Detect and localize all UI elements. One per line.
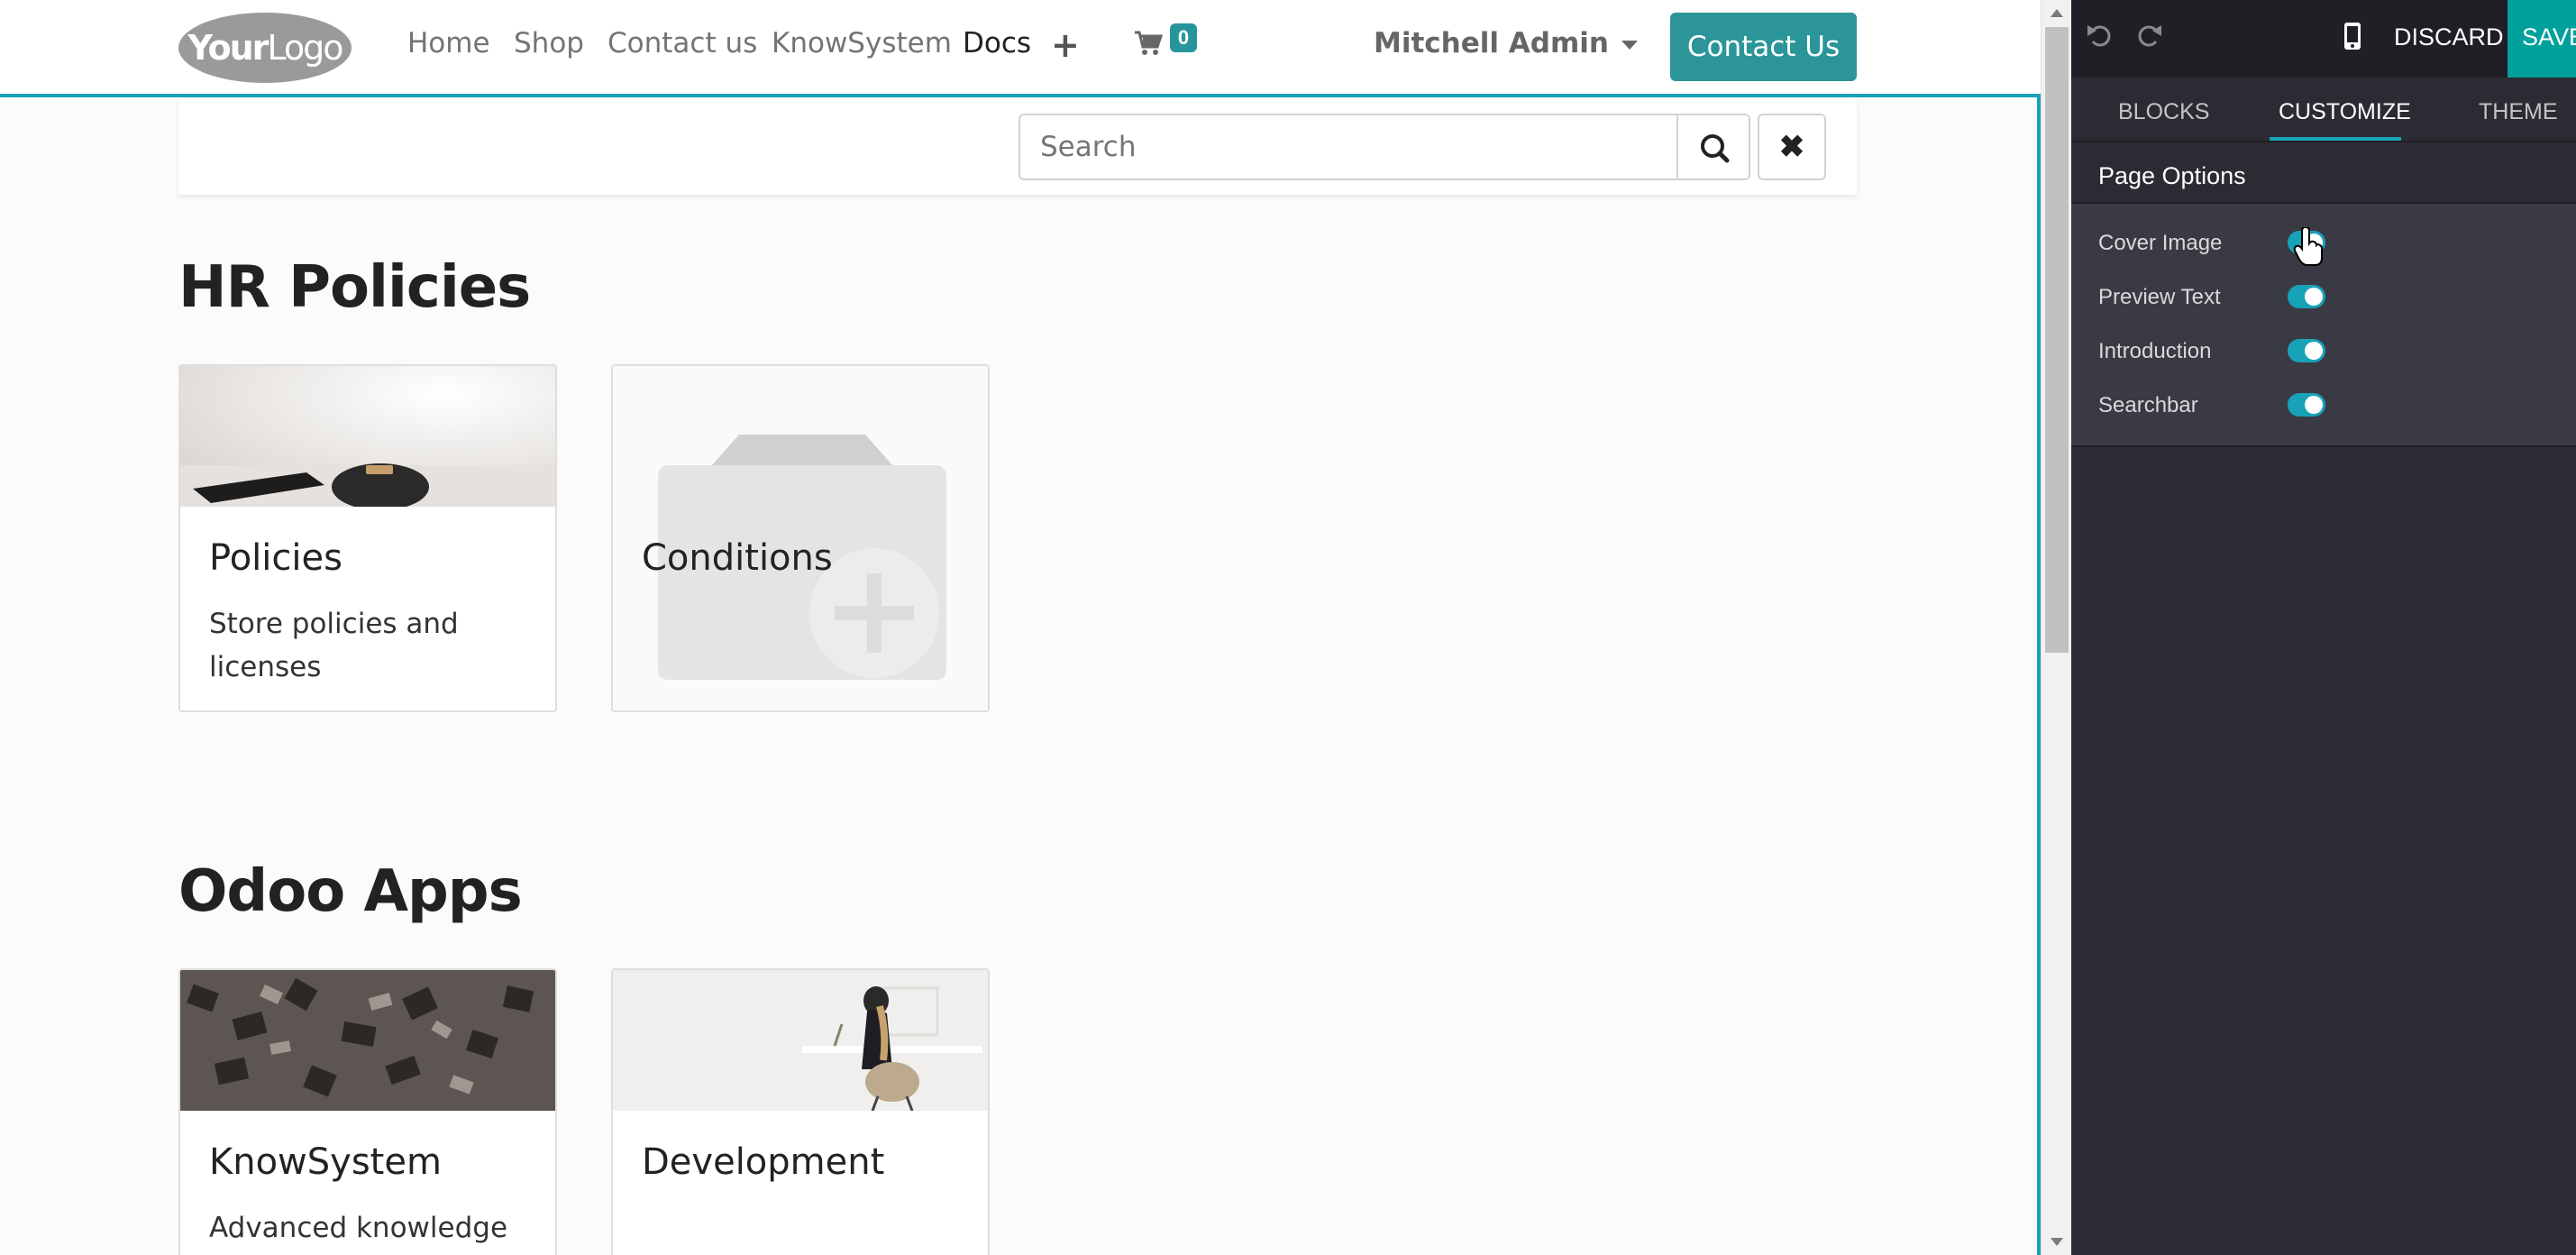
editor-toolbar: DISCARD SAVE xyxy=(2071,0,2576,78)
card-description: Advanced knowledge xyxy=(209,1212,508,1244)
tab-customize[interactable]: CUSTOMIZE xyxy=(2279,99,2411,125)
card-description: Store policies and licenses xyxy=(209,608,459,683)
nav-link-docs[interactable]: Docs xyxy=(963,27,1031,60)
option-label: Cover Image xyxy=(2098,231,2223,255)
card-cover-image xyxy=(613,970,988,1111)
search-input[interactable] xyxy=(1019,114,1678,180)
page-options-title: Page Options xyxy=(2098,162,2246,189)
introduction-toggle[interactable] xyxy=(2288,339,2325,362)
option-label: Preview Text xyxy=(2098,285,2221,309)
contact-us-button[interactable]: Contact Us xyxy=(1670,13,1857,81)
search-button[interactable] xyxy=(1676,114,1750,180)
doc-card-knowsystem[interactable]: KnowSystem Advanced knowledge xyxy=(178,968,557,1255)
tab-blocks[interactable]: BLOCKS xyxy=(2118,99,2209,125)
logo[interactable]: Your Logo xyxy=(178,13,352,83)
website-preview: Your Logo Home Shop Contact us KnowSystem… xyxy=(0,0,2041,1255)
page-options-list: Cover Image Preview Text Introduction Se… xyxy=(2071,204,2576,447)
option-searchbar: Searchbar xyxy=(2098,388,2549,424)
tab-theme[interactable]: THEME xyxy=(2479,99,2558,125)
hand-pointer-cursor-icon xyxy=(2293,227,2324,266)
active-tab-indicator xyxy=(2270,137,2401,141)
card-cover-image xyxy=(180,970,555,1111)
card-title: Development xyxy=(642,1141,885,1183)
toggle-knob xyxy=(2305,342,2323,360)
mobile-preview-icon[interactable] xyxy=(2343,22,2361,50)
scroll-up-arrow-icon[interactable] xyxy=(2051,9,2063,17)
section-title-hr-policies: HR Policies xyxy=(178,254,531,321)
undo-icon[interactable] xyxy=(2084,20,2115,50)
option-cover-image: Cover Image xyxy=(2098,225,2549,261)
redo-icon[interactable] xyxy=(2134,20,2165,50)
discard-button[interactable]: DISCARD xyxy=(2394,23,2504,51)
preview-text-toggle[interactable] xyxy=(2288,285,2325,308)
navbar: Your Logo Home Shop Contact us KnowSystem… xyxy=(0,0,2041,97)
doc-card-conditions[interactable]: Conditions xyxy=(611,364,990,712)
user-menu-dropdown[interactable]: Mitchell Admin xyxy=(1374,27,1638,60)
card-title: KnowSystem xyxy=(209,1141,442,1183)
nav-link-shop[interactable]: Shop xyxy=(514,27,584,60)
cart-count-badge: 0 xyxy=(1170,23,1197,52)
card-cover-image xyxy=(180,366,555,507)
toggle-knob xyxy=(2305,288,2323,306)
add-page-plus-icon[interactable]: + xyxy=(1051,25,1080,65)
card-title: Conditions xyxy=(642,537,833,579)
editor-tabs: BLOCKS CUSTOMIZE THEME xyxy=(2071,78,2576,142)
caret-down-icon xyxy=(1621,40,1638,50)
option-introduction: Introduction xyxy=(2098,334,2549,370)
save-button[interactable]: SAVE xyxy=(2507,0,2576,78)
card-title: Policies xyxy=(209,537,343,579)
searchbar-toggle[interactable] xyxy=(2288,393,2325,417)
logo-thin: Logo xyxy=(267,28,343,68)
page-scrollbar[interactable] xyxy=(2041,0,2071,1255)
editor-sidebar: DISCARD SAVE BLOCKS CUSTOMIZE THEME Page… xyxy=(2071,0,2576,1255)
shopping-cart-icon[interactable] xyxy=(1134,29,1163,58)
scroll-down-arrow-icon[interactable] xyxy=(2051,1238,2063,1246)
scrollbar-thumb[interactable] xyxy=(2045,27,2069,653)
nav-link-home[interactable]: Home xyxy=(407,27,490,60)
option-preview-text: Preview Text xyxy=(2098,279,2549,316)
doc-card-policies[interactable]: Policies Store policies and licenses xyxy=(178,364,557,712)
close-icon: ✖ xyxy=(1778,130,1805,164)
search-panel: ✖ xyxy=(178,99,1857,195)
option-label: Introduction xyxy=(2098,339,2212,363)
section-title-odoo-apps: Odoo Apps xyxy=(178,858,523,925)
user-name: Mitchell Admin xyxy=(1374,27,1609,60)
doc-card-development[interactable]: Development xyxy=(611,968,990,1255)
nav-link-knowsystem[interactable]: KnowSystem xyxy=(772,27,952,60)
page-options-header: Page Options xyxy=(2071,142,2576,204)
toggle-knob xyxy=(2305,396,2323,414)
option-label: Searchbar xyxy=(2098,393,2198,417)
clear-search-button[interactable]: ✖ xyxy=(1758,114,1826,180)
search-icon xyxy=(1701,134,1730,163)
nav-link-contact-us[interactable]: Contact us xyxy=(607,27,757,60)
logo-bold: Your xyxy=(187,28,269,68)
